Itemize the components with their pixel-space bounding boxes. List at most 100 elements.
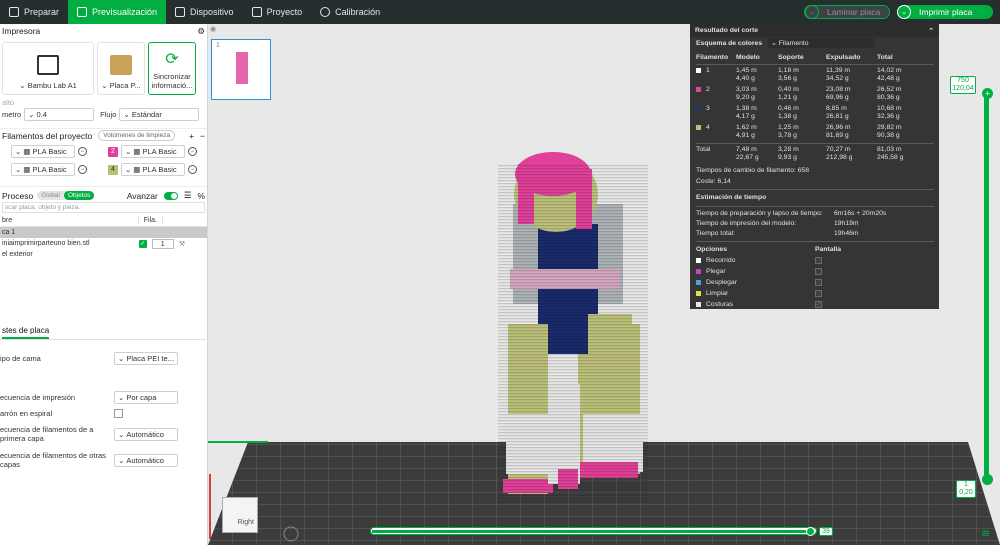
prepare-icon: [9, 7, 19, 17]
plate-row[interactable]: ca 1: [0, 227, 207, 238]
filament-usage-table: Filamento Modelo Soporte Expulsado Total…: [696, 54, 934, 310]
flow-select[interactable]: ⌄ Estándar: [119, 108, 200, 121]
usage-rows: 1 1,45 m 1,18 m 11,39 m 14,02 m 4,40 g 3,56 g3…: [696, 67, 934, 140]
filament-4-remove-icon[interactable]: −: [188, 165, 197, 174]
option-color-swatch: [696, 291, 701, 296]
chevron-down-icon: ⌄: [118, 392, 127, 402]
collapse-icon[interactable]: ⌃: [928, 27, 934, 35]
filament-2-select[interactable]: ⌄ ▦ PLA Basic: [121, 145, 185, 158]
filament-3-swatch[interactable]: [2, 165, 8, 175]
settings-icon[interactable]: ⚒: [179, 240, 185, 248]
filament-1-swatch[interactable]: [2, 147, 8, 157]
project-icon: [251, 7, 262, 17]
object-subrow[interactable]: el exterior: [0, 249, 207, 260]
tab-project[interactable]: Proyecto: [243, 0, 312, 24]
tab-preview[interactable]: Previsualización: [68, 0, 167, 24]
tab-prepare[interactable]: Preparar: [0, 0, 68, 24]
chevron-down-icon: ⌄: [19, 81, 28, 90]
object-row[interactable]: iniaimprimirparteuno bien.stl ✓ 1 ⚒: [0, 238, 207, 249]
tab-device[interactable]: Dispositivo: [166, 0, 243, 24]
bed-type-select[interactable]: ⌄ Placa PEI te...: [114, 351, 178, 365]
printer-card[interactable]: ⌄ Bambu Lab A1: [2, 42, 94, 95]
plate-thumbnail[interactable]: 1: [211, 39, 271, 100]
tab-calibration[interactable]: Calibración: [311, 0, 389, 24]
option-display-checkbox[interactable]: [815, 257, 822, 264]
advanced-toggle[interactable]: [163, 191, 178, 200]
process-mode-toggle[interactable]: Global Objetos: [37, 191, 95, 200]
move-slider-handle[interactable]: [806, 527, 815, 536]
chevron-down-icon: ⌄: [118, 429, 127, 439]
filament-1-remove-icon[interactable]: −: [78, 147, 87, 156]
bottom-layer-handle[interactable]: [982, 474, 993, 485]
filament-2-swatch[interactable]: 2: [108, 146, 118, 157]
color-scheme-select[interactable]: ⌄ Filamento: [768, 38, 875, 48]
usage-row: 1 1,45 m 1,18 m 11,39 m 14,02 m 4,40 g 3,56 g3…: [696, 67, 934, 83]
filament-4-swatch[interactable]: 4: [108, 164, 118, 175]
option-color-swatch: [696, 269, 701, 274]
filament-type-icon: ▦: [23, 165, 31, 174]
filament-color-swatch: [696, 86, 701, 92]
add-icon[interactable]: +: [189, 131, 194, 141]
view-icon[interactable]: ◉: [210, 26, 216, 33]
time-rows: Tiempo de preparación y lapso de tiempo:…: [696, 209, 934, 239]
option-display-checkbox[interactable]: [815, 279, 822, 286]
nozzle-hint: alto: [2, 98, 15, 107]
filament-2-remove-icon[interactable]: −: [188, 147, 197, 156]
object-search-input[interactable]: scar placa, objeto y pieza.: [2, 202, 205, 213]
divider: [696, 143, 934, 144]
sync-info-button[interactable]: ⟳ Sincronizar informació...: [148, 42, 196, 95]
options-list: Recorrido Plegar Desplegar Limpiar Costuras ✓: [696, 255, 934, 310]
first-layer-sequence-select[interactable]: ⌄ Automático: [114, 427, 178, 441]
nozzle-diameter-select[interactable]: ⌄ 0.4: [24, 108, 95, 121]
slice-plate-button[interactable]: ⌄ Laminar placa: [804, 5, 890, 19]
first-layer-sequence-row: ecuencia de filamentos de a primera capa…: [0, 424, 208, 444]
global-option[interactable]: Global: [37, 191, 64, 200]
plate-card[interactable]: ⌄ Placa P...: [97, 42, 145, 95]
option-display-checkbox[interactable]: ✓: [815, 301, 822, 308]
percent-icon[interactable]: %: [197, 191, 205, 201]
option-row: Desplegar: [696, 277, 934, 288]
thumbnail-model: [236, 52, 248, 84]
flush-volumes-button[interactable]: Volúmenes de limpieza: [98, 130, 176, 141]
print-plate-button[interactable]: ⌄ Imprimir placa: [897, 5, 993, 19]
chevron-down-icon[interactable]: ⌄: [805, 5, 819, 19]
process-section-header: Proceso Global Objetos Avanzar ☰%: [0, 186, 207, 202]
object-filament-input[interactable]: 1: [151, 238, 174, 249]
chevron-down-icon: ⌄: [15, 147, 22, 156]
objects-option[interactable]: Objetos: [63, 191, 95, 200]
time-row: Tiempo de impresión del modelo: 19h19m: [696, 220, 859, 227]
filament-row: ⌄ ▦ PLA Basic − 2 ⌄ ▦ PLA Basic −: [0, 144, 207, 159]
print-sequence-select[interactable]: ⌄ Por capa: [114, 390, 178, 404]
filament-color-swatch: [696, 67, 701, 73]
spiral-vase-checkbox[interactable]: [114, 408, 123, 418]
printer-section-title: Impresora: [2, 26, 41, 36]
filament-1-select[interactable]: ⌄ ▦ PLA Basic: [11, 145, 75, 158]
option-display-checkbox[interactable]: [815, 268, 822, 275]
plate-settings-header: stes de placa: [0, 326, 208, 340]
other-layers-sequence-select[interactable]: ⌄ Automático: [114, 453, 178, 467]
filament-3-select[interactable]: ⌄ ▦ PLA Basic: [11, 163, 75, 176]
filament-list: ⌄ ▦ PLA Basic − 2 ⌄ ▦ PLA Basic − ⌄ ▦ PLA B…: [0, 144, 207, 177]
remove-icon[interactable]: −: [200, 131, 205, 141]
filament-3-remove-icon[interactable]: −: [78, 165, 87, 174]
nav-cube[interactable]: Right: [222, 497, 258, 533]
filament-4-select[interactable]: ⌄ ▦ PLA Basic: [121, 163, 185, 176]
usage-row: 3 1,38 m 0,46 m 8,85 m 10,68 m 4,17 g 1,38 g 26…: [696, 105, 934, 121]
layer-slider-range[interactable]: [984, 93, 989, 483]
option-display-checkbox[interactable]: [815, 290, 822, 297]
usage-header-row: Filamento Modelo Soporte Expulsado Total: [696, 54, 893, 61]
layers-icon[interactable]: ≋: [981, 527, 990, 540]
model-preview[interactable]: [498, 152, 648, 504]
gear-icon[interactable]: ⚙: [197, 26, 205, 37]
options-header: Opciones Pantalla: [696, 246, 842, 253]
list-icon[interactable]: ☰: [184, 190, 192, 201]
chevron-down-icon[interactable]: ⌄: [897, 5, 911, 19]
filament-row: ⌄ ▦ PLA Basic − 4 ⌄ ▦ PLA Basic −: [0, 162, 207, 177]
object-visible-checkbox[interactable]: ✓: [138, 239, 147, 248]
add-layer-icon[interactable]: +: [982, 88, 993, 99]
slice-result-panel: Resultado del corte ⌃ Esquema de colores …: [690, 24, 939, 309]
bottom-layer-label: 1 0,20: [956, 480, 976, 498]
move-slider-fill: [372, 530, 810, 533]
divider: [696, 64, 934, 65]
chevron-down-icon: ⌄: [771, 40, 779, 47]
